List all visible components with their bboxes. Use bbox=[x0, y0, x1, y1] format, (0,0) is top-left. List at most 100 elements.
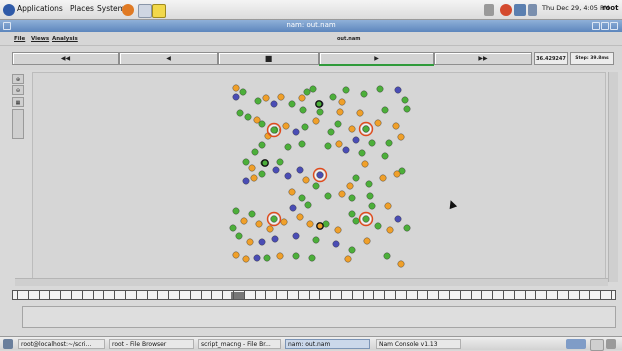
timeline-tick bbox=[492, 291, 494, 299]
timeline-tick bbox=[103, 291, 105, 299]
timeline-tick bbox=[395, 291, 396, 299]
timeline-tick bbox=[71, 291, 72, 299]
timeline-tick bbox=[243, 291, 245, 299]
timeline-tick bbox=[146, 291, 148, 299]
minimize-icon[interactable] bbox=[592, 22, 600, 30]
timeline-tick bbox=[535, 291, 537, 299]
timeline-tick bbox=[351, 291, 353, 299]
applications-menu[interactable]: Applications bbox=[17, 4, 63, 13]
taskbar: root@localhost:~/scri... root - File Bro… bbox=[0, 336, 622, 351]
fedora-logo-icon[interactable] bbox=[3, 4, 15, 16]
mail-icon[interactable] bbox=[138, 4, 152, 18]
timeline-tick bbox=[297, 291, 299, 299]
timeline-tick bbox=[27, 291, 29, 299]
timeline-tick bbox=[330, 291, 332, 299]
user-name[interactable]: root bbox=[602, 4, 618, 12]
timeline-tick bbox=[416, 291, 418, 299]
timeline-tick bbox=[308, 291, 310, 299]
timeline-tick bbox=[319, 291, 321, 299]
window-title: nam: out.nam bbox=[286, 21, 336, 29]
timeline-tick bbox=[38, 291, 40, 299]
timeline-tick bbox=[578, 291, 580, 299]
close-icon[interactable] bbox=[610, 22, 618, 30]
menu-file[interactable]: File bbox=[14, 36, 25, 42]
timeline-tick bbox=[222, 291, 224, 299]
update-icon[interactable] bbox=[500, 4, 512, 16]
timeline-tick bbox=[481, 291, 483, 299]
step-back-button[interactable]: ◀ bbox=[119, 52, 218, 65]
vertical-scrollbar[interactable] bbox=[608, 72, 618, 282]
trash-icon[interactable] bbox=[606, 339, 616, 349]
timeline-tick bbox=[503, 291, 504, 299]
timeline-tick bbox=[567, 291, 569, 299]
timeline-tick bbox=[524, 291, 526, 299]
top-panel: Applications Places System Thu Dec 29, 4… bbox=[0, 0, 622, 20]
timeline-tick bbox=[373, 291, 375, 299]
zoom-in-icon[interactable]: ⊕ bbox=[12, 74, 24, 84]
places-menu[interactable]: Places bbox=[70, 4, 94, 13]
timeline-tick bbox=[438, 291, 440, 299]
timeline-tick bbox=[17, 291, 18, 299]
firefox-icon[interactable] bbox=[122, 4, 134, 16]
timeline-tick bbox=[92, 291, 94, 299]
timeline-tick bbox=[157, 291, 159, 299]
network-canvas[interactable] bbox=[32, 72, 606, 282]
timeline-tick bbox=[114, 291, 116, 299]
timeline-tick bbox=[287, 291, 288, 299]
timeline-tick bbox=[546, 291, 548, 299]
step-slider[interactable]: Step: 39.8ms bbox=[570, 52, 614, 65]
timeline-tick bbox=[168, 291, 170, 299]
timeline-tick bbox=[405, 291, 407, 299]
playback-controls: ◀◀ ◀ ■ ▶ ▶▶ 36.429247 Step: 39.8ms bbox=[0, 46, 622, 70]
timeline-tick bbox=[589, 291, 591, 299]
timeline-tick bbox=[179, 291, 180, 299]
timeline-tick bbox=[362, 291, 364, 299]
edit-icon[interactable]: ▦ bbox=[12, 97, 24, 107]
timeline-tick bbox=[254, 291, 256, 299]
notes-icon[interactable] bbox=[152, 4, 166, 18]
clock[interactable]: Thu Dec 29, 4:05 PM bbox=[542, 4, 610, 12]
timeline-tick bbox=[125, 291, 126, 299]
task-nam[interactable]: nam: out.nam bbox=[285, 339, 370, 349]
network-icon[interactable] bbox=[514, 4, 526, 16]
timeline-tick bbox=[459, 291, 461, 299]
task-nam-console[interactable]: Nam Console v1.13 bbox=[376, 339, 461, 349]
timeline-tick bbox=[449, 291, 450, 299]
timeline-tick bbox=[233, 291, 234, 299]
system-menu[interactable]: System bbox=[97, 4, 125, 13]
timeline-tick bbox=[384, 291, 386, 299]
timeline-tick bbox=[341, 291, 342, 299]
timeline-tick bbox=[60, 291, 62, 299]
timeline-tick bbox=[470, 291, 472, 299]
battery-icon[interactable] bbox=[528, 4, 537, 16]
timeline-tick bbox=[49, 291, 51, 299]
timeline-slider[interactable] bbox=[12, 290, 616, 300]
zoom-tools: ⊕ ⊖ ▦ bbox=[10, 72, 30, 282]
menu-views[interactable]: Views bbox=[31, 36, 49, 42]
stop-button[interactable]: ■ bbox=[218, 52, 319, 65]
timeline-tick bbox=[611, 291, 612, 299]
layout-slider-icon[interactable] bbox=[12, 109, 24, 139]
volume-icon[interactable] bbox=[484, 4, 494, 16]
rewind-button[interactable]: ◀◀ bbox=[12, 52, 119, 65]
annotation-panel[interactable] bbox=[22, 306, 616, 328]
task-terminal[interactable]: root@localhost:~/scri... bbox=[18, 339, 105, 349]
horizontal-scrollbar[interactable] bbox=[15, 278, 608, 286]
maximize-icon[interactable] bbox=[601, 22, 609, 30]
timeline-tick bbox=[427, 291, 429, 299]
timeline-tick bbox=[600, 291, 602, 299]
fast-forward-button[interactable]: ▶▶ bbox=[434, 52, 532, 65]
menu-analysis[interactable]: Analysis bbox=[52, 36, 78, 42]
task-file-browser[interactable]: root - File Browser bbox=[109, 339, 194, 349]
nam-menubar: File Views Analysis out.nam bbox=[0, 32, 622, 46]
timeline-tick bbox=[81, 291, 83, 299]
workspace-1-icon[interactable] bbox=[566, 339, 586, 349]
timeline-tick bbox=[276, 291, 278, 299]
window-titlebar[interactable]: nam: out.nam bbox=[0, 20, 622, 32]
zoom-out-icon[interactable]: ⊖ bbox=[12, 85, 24, 95]
timeline-tick bbox=[135, 291, 137, 299]
task-script-folder[interactable]: script_macng - File Br... bbox=[198, 339, 281, 349]
timeline-tick bbox=[513, 291, 515, 299]
workspace-2-icon[interactable] bbox=[590, 339, 604, 351]
show-desktop-icon[interactable] bbox=[3, 339, 13, 349]
